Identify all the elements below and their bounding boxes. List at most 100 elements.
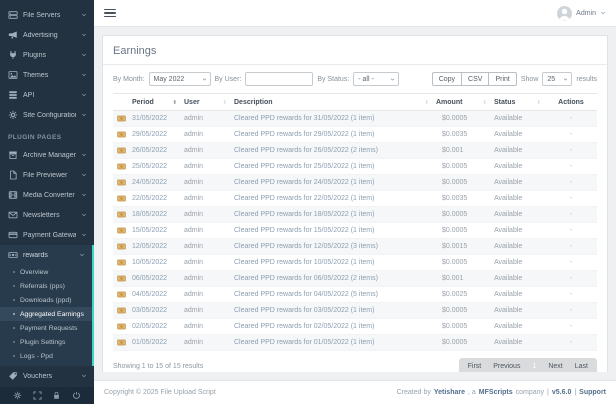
sidebar-subitem-overview[interactable]: Overview (0, 265, 92, 279)
money-icon (117, 162, 126, 171)
print-button[interactable]: Print (489, 72, 516, 86)
brand-link[interactable]: Yetishare (434, 389, 465, 396)
sidebar-subitem-downloads-ppd[interactable]: Downloads (ppd) (0, 293, 92, 307)
company-link[interactable]: MFScripts (479, 389, 513, 396)
sidebar-subitem-logs-ppd[interactable]: Logs - Ppd (0, 349, 92, 363)
results-summary: Showing 1 to 15 of 15 results (113, 363, 203, 370)
table-tools: Copy CSV Print Show 25 results (432, 72, 597, 86)
themes-icon (8, 70, 18, 80)
expand-icon[interactable] (33, 391, 42, 400)
money-icon (117, 306, 126, 315)
sidebar-item-file-servers[interactable]: File Servers (0, 5, 94, 25)
sidebar-footer (0, 387, 94, 404)
column-header-description[interactable]: Description (231, 94, 433, 111)
table-row[interactable]: 18/05/2022adminCleared PPD rewards for 1… (113, 207, 597, 223)
sidebar-item-newsletters[interactable]: Newsletters (0, 205, 94, 225)
column-header-status[interactable]: Status (491, 94, 545, 111)
table-row[interactable]: 29/05/2022adminCleared PPD rewards for 2… (113, 127, 597, 143)
results-label: results (576, 76, 597, 83)
table-row[interactable]: 31/05/2022adminCleared PPD rewards for 3… (113, 111, 597, 127)
chevron-down-icon (79, 252, 85, 258)
chevron-down-icon (81, 192, 87, 198)
main-area: Admin Earnings By Month: May 2022 By Use… (94, 0, 616, 404)
payment-gateways-icon (8, 230, 18, 240)
advertising-icon (8, 30, 18, 40)
column-header-icon (113, 94, 129, 111)
sidebar: File ServersAdvertisingPluginsThemesAPIS… (0, 0, 94, 404)
earnings-card: Earnings By Month: May 2022 By User: By … (102, 35, 608, 372)
table-row[interactable]: 02/05/2022adminCleared PPD rewards for 0… (113, 319, 597, 335)
sidebar-item-site-configuration[interactable]: Site Configuration (0, 105, 94, 125)
table-row[interactable]: 22/05/2022adminCleared PPD rewards for 2… (113, 191, 597, 207)
user-menu[interactable]: Admin (557, 6, 606, 21)
sidebar-item-advertising[interactable]: Advertising (0, 25, 94, 45)
api-icon (8, 90, 18, 100)
page-title: Earnings (103, 44, 607, 65)
version-text: v5.6.0 (552, 389, 571, 396)
sidebar-item-media-converter[interactable]: Media Converter (0, 185, 94, 205)
column-header-period[interactable]: Period (129, 94, 181, 111)
table-row[interactable]: 25/05/2022adminCleared PPD rewards for 2… (113, 159, 597, 175)
table-row[interactable]: 26/05/2022adminCleared PPD rewards for 2… (113, 143, 597, 159)
sidebar-subitem-payment-requests[interactable]: Payment Requests (0, 321, 92, 335)
archive-manager-icon (8, 150, 18, 160)
column-header-user[interactable]: User (181, 94, 231, 111)
bullet-icon (13, 271, 15, 273)
sidebar-item-rewards[interactable]: rewards (0, 245, 92, 265)
pagination-page-1[interactable]: 1 (532, 363, 536, 370)
bullet-icon (13, 341, 15, 343)
lock-icon[interactable] (52, 391, 61, 400)
site-configuration-icon (8, 110, 18, 120)
sidebar-item-api[interactable]: API (0, 85, 94, 105)
topbar: Admin (94, 0, 616, 27)
content: Earnings By Month: May 2022 By User: By … (94, 27, 616, 372)
by-month-label: By Month: (113, 76, 145, 83)
footer-credits: Created by Yetishare , a MFScripts compa… (397, 389, 606, 396)
menu-toggle-button[interactable] (104, 9, 116, 18)
user-filter-input[interactable] (245, 72, 313, 86)
sidebar-subitem-aggregated-earnings[interactable]: Aggregated Earnings (0, 307, 92, 321)
column-header-actions[interactable]: Actions (545, 94, 597, 111)
pagination-previous[interactable]: Previous (493, 363, 520, 370)
sidebar-item-archive-manager[interactable]: Archive Manager (0, 145, 94, 165)
table-row[interactable]: 03/05/2022adminCleared PPD rewards for 0… (113, 303, 597, 319)
by-user-label: By User: (215, 76, 242, 83)
show-label: Show (521, 76, 539, 83)
money-icon (117, 226, 126, 235)
status-select[interactable]: - all - (353, 72, 399, 86)
csv-button[interactable]: CSV (462, 72, 489, 86)
chevron-down-icon (600, 10, 606, 16)
table-row[interactable]: 15/05/2022adminCleared PPD rewards for 1… (113, 223, 597, 239)
pagination-next[interactable]: Next (548, 363, 562, 370)
chevron-down-icon (202, 77, 207, 82)
column-header-amount[interactable]: Amount (433, 94, 491, 111)
by-status-label: By Status: (317, 76, 349, 83)
sort-icon (424, 98, 430, 106)
sidebar-subitem-plugin-settings[interactable]: Plugin Settings (0, 335, 92, 349)
power-icon[interactable] (72, 391, 81, 400)
export-button-group: Copy CSV Print (432, 72, 517, 86)
sidebar-item-plugins[interactable]: Plugins (0, 45, 94, 65)
copy-button[interactable]: Copy (432, 72, 462, 86)
month-select[interactable]: May 2022 (149, 72, 211, 86)
sort-icon (482, 98, 488, 106)
sidebar-item-vouchers[interactable]: Vouchers (0, 366, 94, 386)
table-row[interactable]: 06/05/2022adminCleared PPD rewards for 0… (113, 271, 597, 287)
sidebar-item-file-previewer[interactable]: File Previewer (0, 165, 94, 185)
sidebar-item-themes[interactable]: Themes (0, 65, 94, 85)
settings-icon[interactable] (13, 391, 22, 400)
sidebar-subitem-referrals-pps[interactable]: Referrals (pps) (0, 279, 92, 293)
copyright-text: Copyright © 2025 File Upload Script (104, 389, 216, 396)
pagination-last[interactable]: Last (575, 363, 588, 370)
table-row[interactable]: 12/05/2022adminCleared PPD rewards for 1… (113, 239, 597, 255)
pagination-first[interactable]: First (468, 363, 482, 370)
sidebar-group-rewards: rewardsOverviewReferrals (pps)Downloads … (0, 245, 94, 366)
support-link[interactable]: Support (579, 389, 606, 396)
table-row[interactable]: 24/05/2022adminCleared PPD rewards for 2… (113, 175, 597, 191)
sidebar-item-payment-gateways[interactable]: Payment Gateways (0, 225, 94, 245)
table-row[interactable]: 10/05/2022adminCleared PPD rewards for 1… (113, 255, 597, 271)
page-size-select[interactable]: 25 (542, 72, 572, 86)
money-icon (117, 290, 126, 299)
table-row[interactable]: 04/05/2022adminCleared PPD rewards for 0… (113, 287, 597, 303)
table-row[interactable]: 01/05/2022adminCleared PPD rewards for 0… (113, 335, 597, 351)
